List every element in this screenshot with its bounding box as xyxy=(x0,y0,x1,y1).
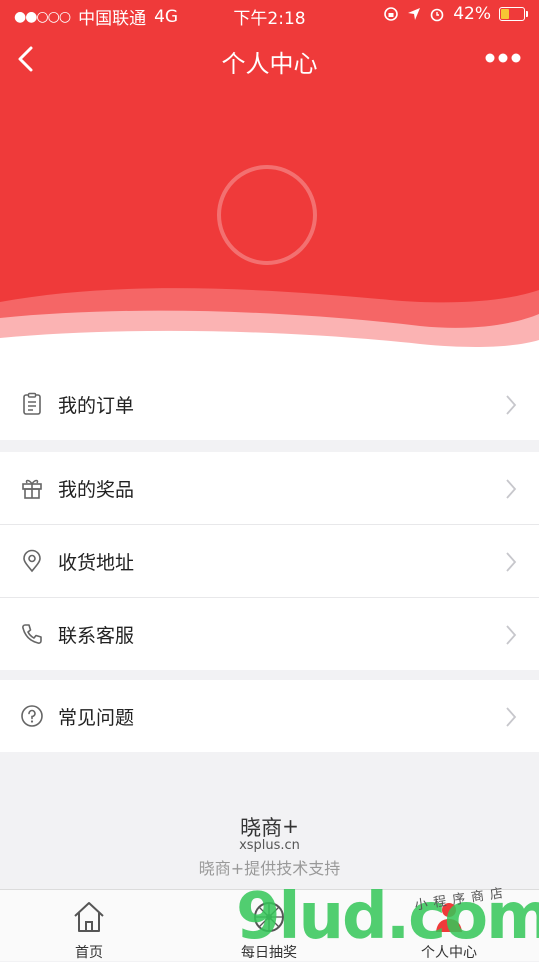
status-bar: ●●○○○ 中国联通 4G 下午2:18 42% xyxy=(0,0,539,30)
location-arrow-icon xyxy=(408,8,421,20)
chevron-right-icon xyxy=(506,707,517,727)
menu-item-label: 联系客服 xyxy=(58,624,135,647)
menu-group-account: 我的奖品 收货地址 联系客服 xyxy=(0,452,539,670)
question-circle-icon xyxy=(21,705,43,727)
tab-profile[interactable]: 个人中心 xyxy=(389,890,509,961)
location-pin-icon xyxy=(23,549,41,573)
tab-label: 每日抽奖 xyxy=(241,945,297,961)
chevron-right-icon xyxy=(506,395,517,415)
tab-home[interactable]: 首页 xyxy=(29,890,149,961)
tab-label: 个人中心 xyxy=(421,945,477,961)
battery-percent: 42% xyxy=(453,4,491,24)
avatar[interactable] xyxy=(217,165,317,265)
menu-item-prizes[interactable]: 我的奖品 xyxy=(0,452,539,524)
chevron-right-icon xyxy=(506,625,517,645)
tab-daily-draw[interactable]: 每日抽奖 xyxy=(209,890,329,961)
menu-group-help: 常见问题 xyxy=(0,680,539,752)
brand-logo-text: 晓商 xyxy=(240,816,283,840)
battery-icon xyxy=(499,7,528,21)
menu-item-label: 我的奖品 xyxy=(58,478,135,501)
menu-item-customer-service[interactable]: 联系客服 xyxy=(0,597,539,670)
profile-header: ●●○○○ 中国联通 4G 下午2:18 42% 个人中心 xyxy=(0,0,539,368)
menu-item-label: 收货地址 xyxy=(58,551,135,574)
menu-item-faq[interactable]: 常见问题 xyxy=(0,680,539,752)
tab-bar: 首页 每日抽奖 个人中心 xyxy=(0,889,539,961)
tech-support-text: 晓商+提供技术支持 xyxy=(198,859,341,878)
nav-bar: 个人中心 xyxy=(0,36,539,84)
menu-item-orders[interactable]: 我的订单 xyxy=(0,368,539,440)
clipboard-icon xyxy=(23,392,41,415)
menu-item-label: 我的订单 xyxy=(58,394,135,417)
more-options-icon[interactable] xyxy=(485,50,521,66)
menu-item-address[interactable]: 收货地址 xyxy=(0,524,539,597)
rotation-lock-icon xyxy=(384,7,399,21)
brand-logo-plus: + xyxy=(282,814,299,838)
phone-icon xyxy=(22,624,42,644)
person-icon xyxy=(436,903,462,932)
chevron-right-icon xyxy=(506,552,517,572)
wheel-icon xyxy=(254,902,284,932)
wave-decoration xyxy=(0,288,539,368)
chevron-right-icon xyxy=(506,479,517,499)
alarm-icon xyxy=(430,8,444,22)
page-title: 个人中心 xyxy=(221,50,318,78)
gift-icon xyxy=(22,479,42,499)
tab-label: 首页 xyxy=(75,945,103,961)
brand-url: xsplus.cn xyxy=(239,838,300,853)
menu-item-label: 常见问题 xyxy=(58,706,135,729)
home-icon xyxy=(74,902,104,932)
menu-group-orders: 我的订单 xyxy=(0,368,539,440)
